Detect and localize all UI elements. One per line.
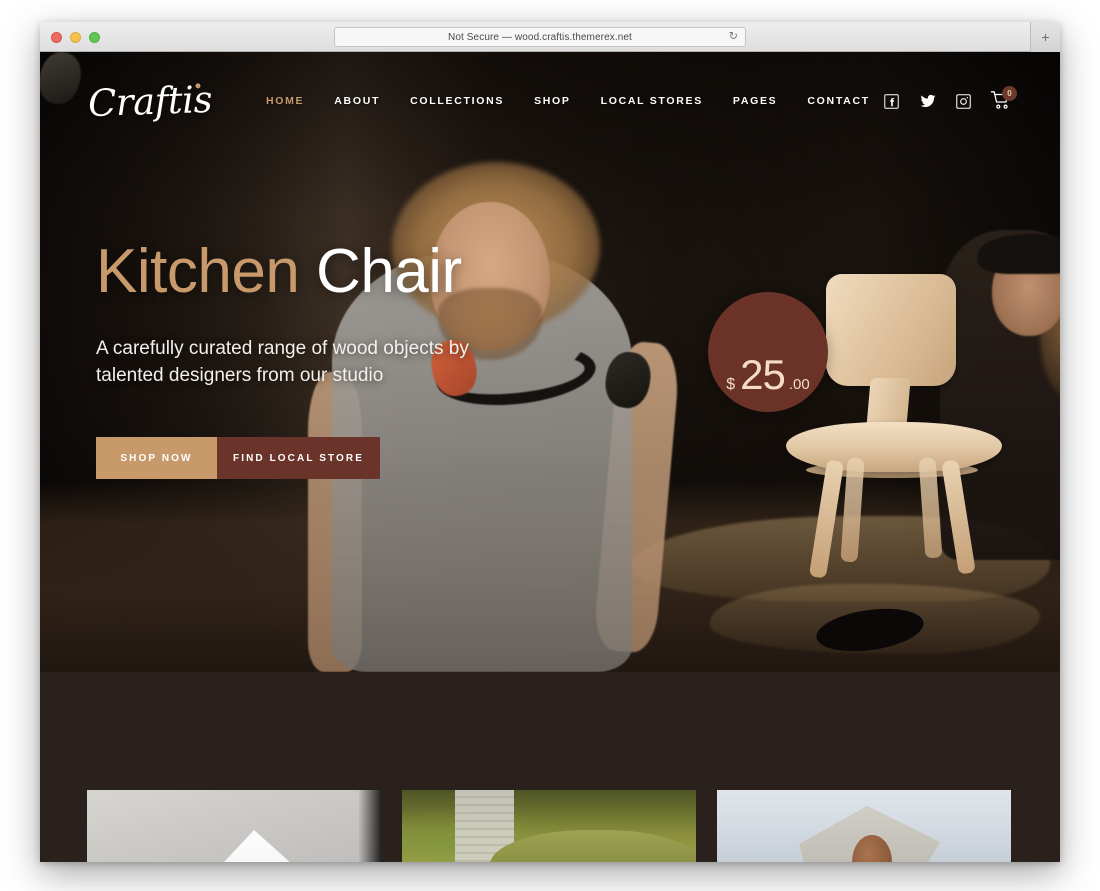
gallery-cards-row bbox=[87, 790, 1011, 862]
new-tab-button[interactable]: + bbox=[1030, 22, 1060, 52]
price-integer: 25 bbox=[740, 351, 786, 398]
site-logo[interactable]: Craftis bbox=[87, 77, 213, 125]
background-person-hat bbox=[978, 234, 1060, 274]
page-viewport: $ 25 .00 Craftis HOME ABOUT COLLECTIONS bbox=[40, 52, 1060, 862]
hero-title-accent: Kitchen bbox=[96, 237, 300, 306]
facebook-icon[interactable] bbox=[882, 92, 901, 111]
nav-item-home[interactable]: HOME bbox=[266, 95, 304, 107]
site-header: Craftis HOME ABOUT COLLECTIONS SHOP LOCA… bbox=[40, 52, 1060, 150]
hero-section: $ 25 .00 Craftis HOME ABOUT COLLECTIONS bbox=[40, 52, 1060, 672]
minimize-window-button[interactable] bbox=[70, 31, 81, 43]
price-badge-content: $ 25 .00 bbox=[726, 292, 809, 396]
gallery-section bbox=[40, 672, 1060, 862]
page-root: Not Secure — wood.craftis.themerex.net ↻… bbox=[0, 0, 1100, 891]
chair-leg-front-right bbox=[941, 459, 976, 575]
nav-item-about[interactable]: ABOUT bbox=[334, 95, 380, 107]
chair-seat bbox=[786, 422, 1002, 472]
gallery-card-3[interactable] bbox=[717, 790, 1011, 862]
header-actions: 0 bbox=[882, 86, 1017, 112]
hero-subtitle: A carefully curated range of wood object… bbox=[96, 338, 469, 387]
nav-item-contact[interactable]: CONTACT bbox=[807, 95, 869, 107]
gallery-card-2[interactable] bbox=[402, 790, 696, 862]
hero-title: Kitchen Chair bbox=[96, 237, 616, 306]
price-decimal: .00 bbox=[788, 376, 810, 393]
nav-item-shop[interactable]: SHOP bbox=[534, 95, 571, 107]
browser-window: Not Secure — wood.craftis.themerex.net ↻… bbox=[40, 22, 1060, 862]
logo-dot-icon bbox=[195, 82, 201, 88]
twitter-icon[interactable] bbox=[918, 92, 937, 111]
browser-titlebar: Not Secure — wood.craftis.themerex.net ↻… bbox=[40, 22, 1060, 52]
chair-leg-front-left bbox=[808, 459, 845, 579]
gallery-card-1[interactable] bbox=[87, 790, 381, 862]
nav-item-collections[interactable]: COLLECTIONS bbox=[410, 95, 504, 107]
price-currency: $ bbox=[726, 376, 736, 393]
address-bar-text: Not Secure — wood.craftis.themerex.net bbox=[448, 31, 632, 43]
nav-item-pages[interactable]: PAGES bbox=[733, 95, 777, 107]
hero-title-plain: Chair bbox=[316, 237, 462, 306]
hero-copy: Kitchen Chair A carefully curated range … bbox=[96, 237, 616, 480]
chair-backrest bbox=[826, 274, 956, 386]
nav-item-local-stores[interactable]: LOCAL STORES bbox=[601, 95, 703, 107]
price-badge: $ 25 .00 bbox=[708, 292, 828, 412]
instagram-icon[interactable] bbox=[954, 92, 973, 111]
cart-count-badge: 0 bbox=[1002, 86, 1017, 101]
find-local-store-button[interactable]: FIND LOCAL STORE bbox=[217, 437, 380, 480]
plus-icon: + bbox=[1041, 29, 1050, 45]
main-navigation: HOME ABOUT COLLECTIONS SHOP LOCAL STORES… bbox=[266, 95, 870, 107]
address-bar[interactable]: Not Secure — wood.craftis.themerex.net ↻ bbox=[334, 27, 746, 47]
cart-button[interactable]: 0 bbox=[990, 86, 1017, 112]
zoom-window-button[interactable] bbox=[89, 31, 100, 43]
shop-now-button[interactable]: SHOP NOW bbox=[96, 437, 217, 480]
window-controls bbox=[51, 22, 100, 52]
hero-button-group: SHOP NOW FIND LOCAL STORE bbox=[96, 437, 616, 480]
site-logo-text: Craftis bbox=[87, 77, 213, 125]
close-window-button[interactable] bbox=[51, 31, 62, 43]
reload-icon[interactable]: ↻ bbox=[729, 31, 738, 43]
